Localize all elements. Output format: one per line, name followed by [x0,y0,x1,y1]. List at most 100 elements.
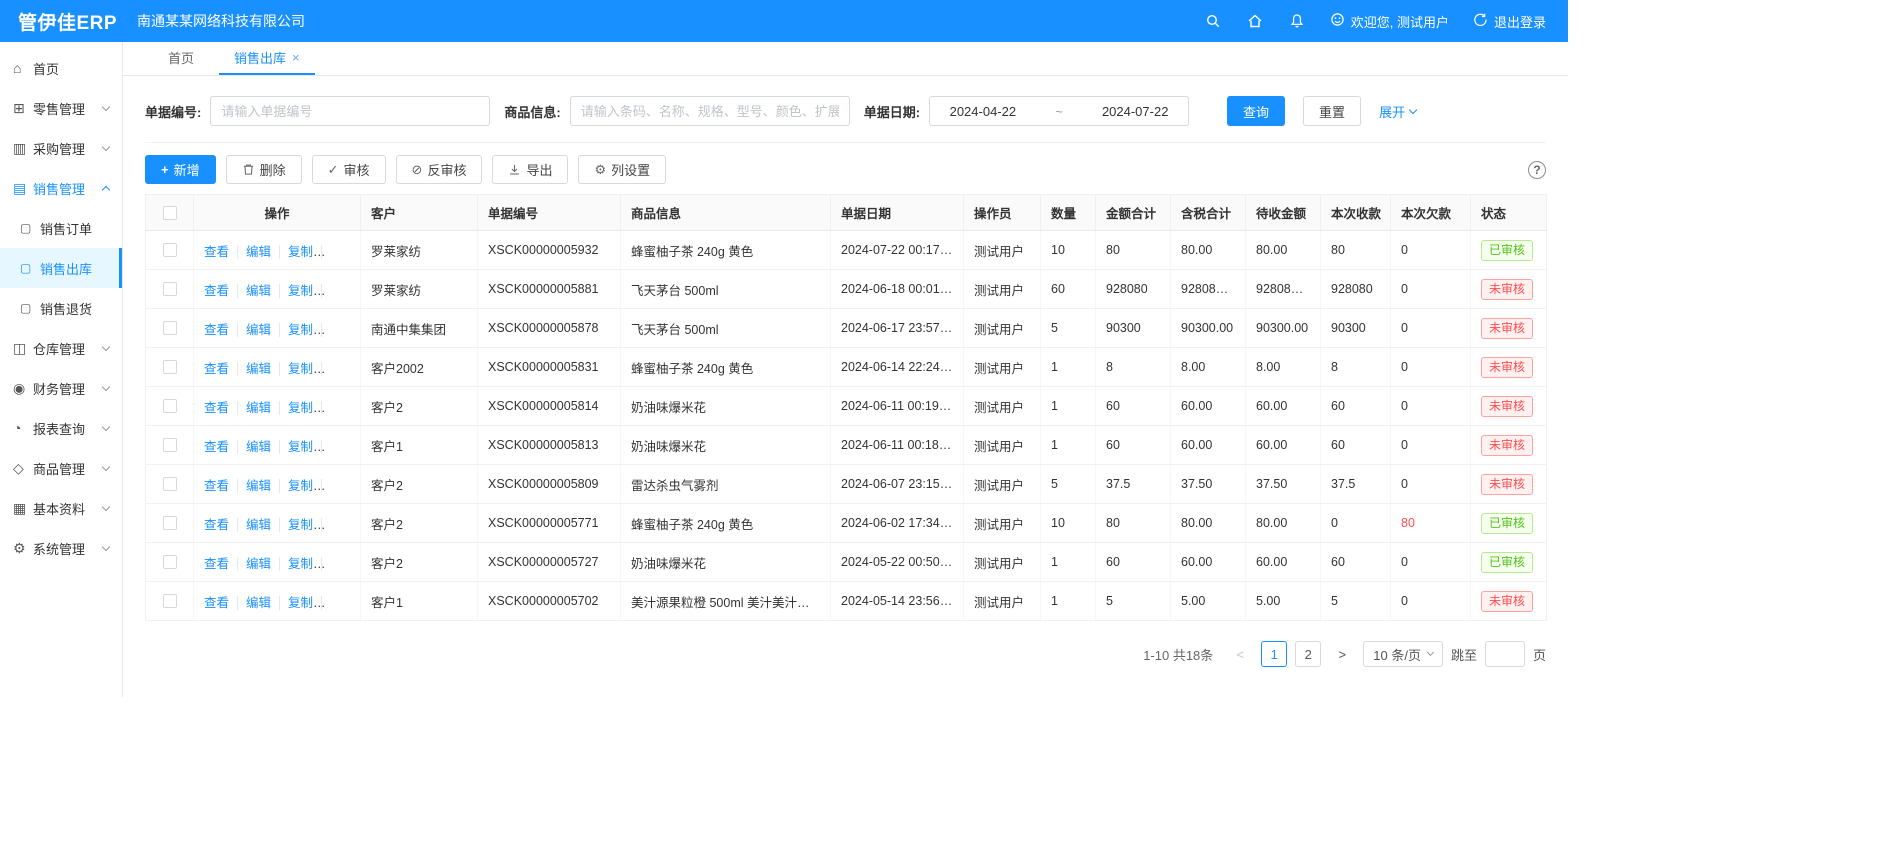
audit-button[interactable]: ✓ 审核 [312,155,386,184]
delete-link[interactable]: 删除 [321,557,355,571]
row-checkbox[interactable] [163,594,177,608]
top-header: 管伊佳ERP 南通某某网络科技有限公司 欢迎您, 测试用户 [0,0,1568,42]
page-number-button[interactable]: 1 [1261,641,1287,667]
delete-link[interactable]: 删除 [321,596,355,610]
row-checkbox[interactable] [163,321,177,335]
view-link[interactable]: 查看 [204,479,229,493]
row-checkbox[interactable] [163,282,177,296]
unaudit-button[interactable]: ⊘ 反审核 [396,155,483,184]
edit-link[interactable]: 编辑 [237,245,271,259]
row-checkbox[interactable] [163,477,177,491]
home-icon[interactable] [1246,12,1264,30]
bill-no-input[interactable] [210,96,490,126]
edit-link[interactable]: 编辑 [237,518,271,532]
delete-button[interactable]: 删除 [226,155,302,184]
view-link[interactable]: 查看 [204,596,229,610]
edit-link[interactable]: 编辑 [237,557,271,571]
copy-link[interactable]: 复制 [279,323,313,337]
delete-link[interactable]: 删除 [321,440,355,454]
jump-page-input[interactable] [1485,641,1525,667]
search-button[interactable]: 查询 [1227,96,1285,126]
view-link[interactable]: 查看 [204,284,229,298]
delete-link[interactable]: 删除 [321,518,355,532]
copy-link[interactable]: 复制 [279,440,313,454]
delete-link[interactable]: 删除 [321,401,355,415]
row-checkbox[interactable] [163,399,177,413]
status-badge: 未审核 [1481,474,1533,495]
date-end-value[interactable]: 2024-07-22 [1102,104,1169,119]
prev-page-button[interactable]: < [1227,641,1253,667]
edit-link[interactable]: 编辑 [237,479,271,493]
view-link[interactable]: 查看 [204,518,229,532]
view-link[interactable]: 查看 [204,362,229,376]
copy-link[interactable]: 复制 [279,362,313,376]
expand-link[interactable]: 展开 [1379,102,1416,121]
row-checkbox[interactable] [163,555,177,569]
copy-link[interactable]: 复制 [279,557,313,571]
view-link[interactable]: 查看 [204,245,229,259]
copy-link[interactable]: 复制 [279,401,313,415]
sidebar-menu-item[interactable]: ⚙ 系统管理 [0,528,122,568]
sidebar-menu-item[interactable]: ▦ 基本资料 [0,488,122,528]
edit-link[interactable]: 编辑 [237,440,271,454]
status-cell: 已审核 [1471,543,1547,582]
reset-button[interactable]: 重置 [1303,96,1361,126]
select-all-checkbox[interactable] [163,206,177,220]
tab-close-icon[interactable]: × [292,50,300,65]
sidebar-menu-item[interactable]: ◔ 报表查询 [0,408,122,448]
bill-no-cell: XSCK00000005881 [478,270,621,309]
bell-icon[interactable] [1288,12,1306,30]
edit-link[interactable]: 编辑 [237,401,271,415]
edit-link[interactable]: 编辑 [237,323,271,337]
page-size-value: 10 条/页 [1373,645,1421,664]
row-checkbox[interactable] [163,360,177,374]
view-link[interactable]: 查看 [204,557,229,571]
delete-link[interactable]: 删除 [321,245,355,259]
page-number-button[interactable]: 2 [1295,641,1321,667]
date-range-picker[interactable]: 2024-04-22 ~ 2024-07-22 [929,96,1189,126]
row-checkbox[interactable] [163,516,177,530]
copy-link[interactable]: 复制 [279,518,313,532]
delete-link[interactable]: 删除 [321,362,355,376]
copy-link[interactable]: 复制 [279,245,313,259]
delete-link[interactable]: 删除 [321,323,355,337]
copy-link[interactable]: 复制 [279,479,313,493]
page-tab[interactable]: 首页 [153,42,215,75]
sidebar-menu-item[interactable]: ⌂ 首页 [0,48,122,88]
delete-link[interactable]: 删除 [321,479,355,493]
column-settings-button[interactable]: ⚙ 列设置 [578,155,666,184]
sidebar-menu-item[interactable]: ▢ 销售退货 [0,288,122,328]
sidebar-menu-item[interactable]: ◉ 财务管理 [0,368,122,408]
sidebar-menu-item[interactable]: ◇ 商品管理 [0,448,122,488]
sidebar-menu-item[interactable]: ▢ 销售订单 [0,208,122,248]
row-checkbox[interactable] [163,243,177,257]
table-row: 查看编辑复制删除 南通中集集团 XSCK00000005878 飞天茅台 500… [146,309,1547,348]
copy-link[interactable]: 复制 [279,284,313,298]
copy-link[interactable]: 复制 [279,596,313,610]
edit-link[interactable]: 编辑 [237,596,271,610]
next-page-button[interactable]: > [1329,641,1355,667]
welcome-user[interactable]: 欢迎您, 测试用户 [1330,12,1449,31]
sidebar-menu-item[interactable]: ▥ 采购管理 [0,128,122,168]
sidebar-menu-item[interactable]: ⊞ 零售管理 [0,88,122,128]
delete-link[interactable]: 删除 [321,284,355,298]
product-info-input[interactable] [570,96,850,126]
page-tab[interactable]: 销售出库 × [219,42,315,75]
export-button[interactable]: 导出 [492,155,568,184]
view-link[interactable]: 查看 [204,440,229,454]
edit-link[interactable]: 编辑 [237,284,271,298]
sidebar-menu-item[interactable]: ◫ 仓库管理 [0,328,122,368]
page-size-select[interactable]: 10 条/页 [1363,641,1443,667]
sidebar-menu-item[interactable]: ▤ 销售管理 [0,168,122,208]
sidebar-menu-item[interactable]: ▢ 销售出库 [0,248,122,288]
edit-link[interactable]: 编辑 [237,362,271,376]
view-link[interactable]: 查看 [204,323,229,337]
date-start-value[interactable]: 2024-04-22 [950,104,1017,119]
add-button[interactable]: + 新增 [145,155,216,184]
search-icon[interactable] [1204,12,1222,30]
view-link[interactable]: 查看 [204,401,229,415]
actions-cell: 查看编辑复制删除 [194,309,361,348]
help-icon[interactable]: ? [1528,161,1546,179]
row-checkbox[interactable] [163,438,177,452]
logout-button[interactable]: 退出登录 [1473,12,1546,31]
